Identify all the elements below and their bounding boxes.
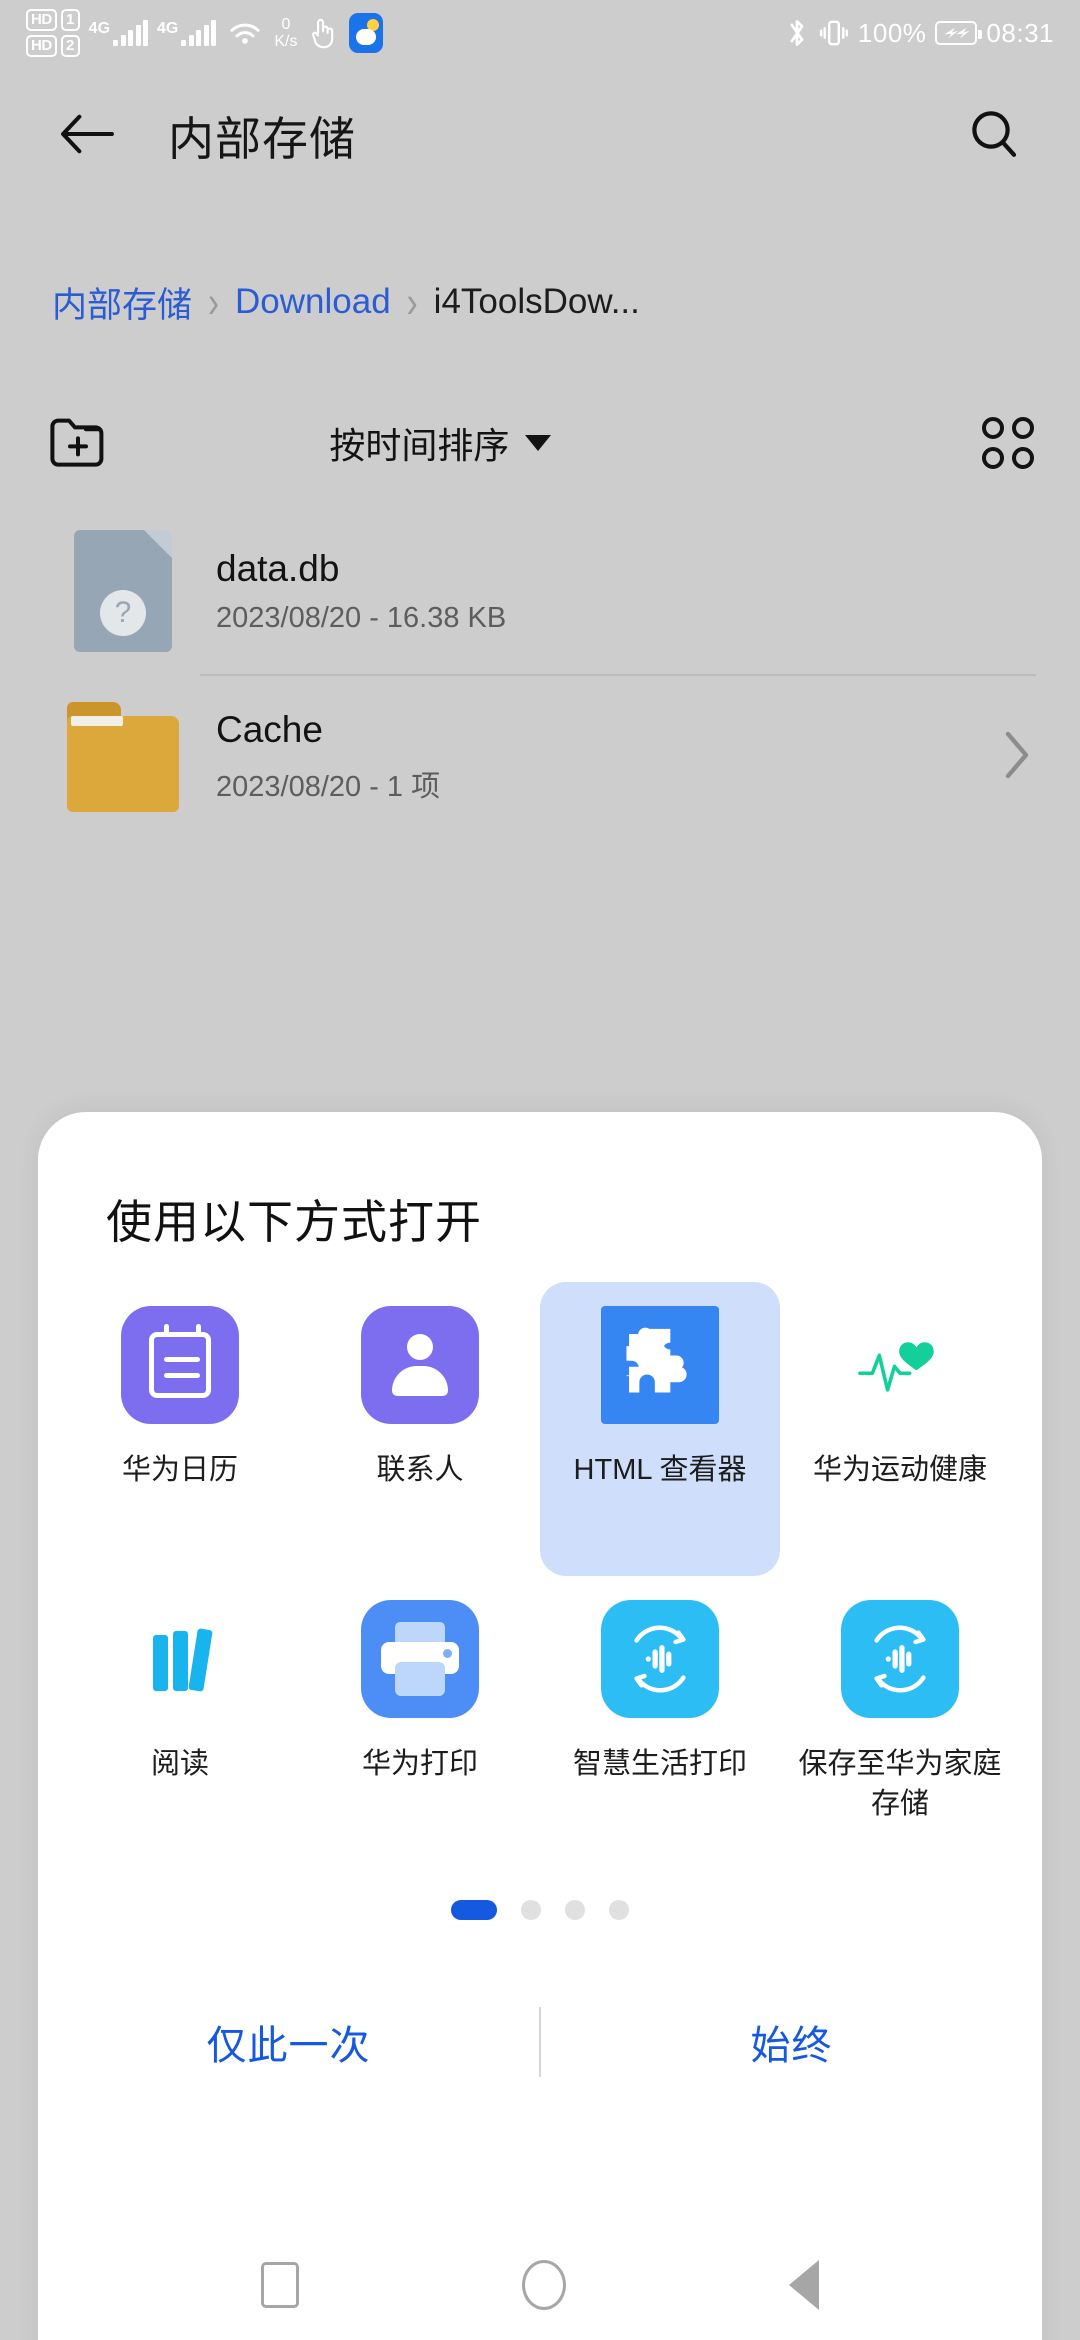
network-type-sim2: 4G: [157, 20, 179, 37]
app-option-huawei-calendar[interactable]: 华为日历: [60, 1282, 300, 1576]
weather-widget-icon: [349, 13, 384, 53]
status-bar-right: 100% 08:31: [784, 16, 1054, 50]
chevron-down-icon: [525, 435, 552, 451]
search-icon[interactable]: [966, 106, 1022, 167]
app-option-html-viewer[interactable]: HTML 查看器: [540, 1282, 780, 1576]
new-folder-icon[interactable]: [46, 410, 114, 477]
app-option-label: 智慧生活打印: [572, 1748, 747, 1780]
app-chooser-grid: 华为日历 联系人 HTML 查看器 华为运动健康 阅读 华为打印 智慧生活打印 …: [38, 1252, 1042, 1870]
file-info: data.db 2023/08/20 - 16.38 KB: [216, 548, 506, 635]
status-bar: HD 1 HD 2 4G 4G 0 K/s 100% 08:31: [0, 0, 1080, 66]
back-arrow-icon[interactable]: [58, 111, 116, 162]
signal-bars-sim1: [113, 20, 149, 46]
network-speed-unit: K/s: [274, 33, 298, 50]
family-storage-icon: [841, 1600, 959, 1718]
back-triangle-icon[interactable]: [788, 2260, 819, 2310]
file-name: Cache: [216, 709, 323, 750]
unknown-file-icon: ?: [46, 530, 200, 652]
smart-life-print-icon: [601, 1600, 719, 1718]
contacts-icon: [361, 1306, 479, 1424]
breadcrumb-separator-icon: ›: [208, 276, 220, 327]
breadcrumb-item-0[interactable]: 内部存储: [52, 277, 192, 328]
signal-indicator-sim1: 4G: [88, 20, 149, 46]
app-option-huawei-health[interactable]: 华为运动健康: [780, 1282, 1020, 1576]
wifi-icon: [225, 18, 265, 48]
app-option-label: HTML 查看器: [573, 1454, 747, 1486]
page-dot-0[interactable]: [451, 1900, 497, 1920]
app-option-reader[interactable]: 阅读: [60, 1576, 300, 1870]
app-option-label: 阅读: [150, 1748, 209, 1780]
app-option-label: 保存至华为家庭 存储: [798, 1748, 1002, 1820]
phone-screen: HD 1 HD 2 4G 4G 0 K/s 100% 08:31 内部存储 内部…: [0, 0, 1080, 2340]
vibrate-icon: [819, 17, 849, 49]
signal-indicator-sim2: 4G: [157, 20, 217, 46]
app-option-smart-life-print[interactable]: 智慧生活打印: [540, 1576, 780, 1870]
network-type-sim1: 4G: [88, 20, 111, 37]
sort-order-selector[interactable]: 按时间排序: [329, 417, 552, 469]
always-button[interactable]: 始终: [541, 2013, 1042, 2071]
chevron-right-icon: [998, 727, 1034, 788]
health-heart-icon: [841, 1306, 959, 1424]
system-nav-bar: [0, 2230, 1080, 2340]
app-option-label: 华为日历: [121, 1454, 238, 1486]
app-option-contacts[interactable]: 联系人: [300, 1282, 540, 1576]
just-once-button[interactable]: 仅此一次: [38, 2013, 539, 2071]
file-list: ? data.db 2023/08/20 - 16.38 KB Cache 20…: [0, 508, 1080, 840]
puzzle-piece-icon: [601, 1306, 719, 1424]
hd1-sim-number: 1: [60, 9, 80, 31]
breadcrumb: 内部存储 › Download › i4ToolsDow...: [0, 262, 1080, 342]
file-name: data.db: [216, 547, 340, 589]
breadcrumb-item-1[interactable]: Download: [235, 282, 391, 322]
status-bar-clock: 08:31: [986, 17, 1054, 48]
file-toolbar: 按时间排序: [0, 388, 1080, 498]
hd2-label: HD: [26, 35, 57, 57]
bluetooth-icon: [784, 16, 810, 50]
hd2-sim-number: 2: [60, 35, 80, 57]
page-dot-2[interactable]: [565, 1900, 585, 1920]
app-option-label: 联系人: [376, 1454, 464, 1486]
breadcrumb-item-2[interactable]: i4ToolsDow...: [434, 282, 640, 322]
calendar-icon: [121, 1306, 239, 1424]
hand-touch-icon: [306, 15, 340, 51]
table-row[interactable]: Cache 2023/08/20 - 1 项: [0, 674, 1080, 840]
app-option-label: 华为打印: [361, 1748, 478, 1780]
folder-icon: [46, 702, 200, 812]
dual-sim-hd-indicator: HD 1 HD 2: [26, 9, 80, 57]
signal-bars-sim2: [181, 20, 217, 46]
battery-charging-icon: [935, 21, 983, 45]
page-indicator: [38, 1900, 1042, 1920]
open-with-dialog: 使用以下方式打开 华为日历 联系人 HTML 查看器 华为运动健康 阅读 华为打…: [38, 1112, 1042, 2340]
sort-order-label: 按时间排序: [329, 425, 510, 466]
table-row[interactable]: ? data.db 2023/08/20 - 16.38 KB: [0, 508, 1080, 674]
app-option-label: 华为运动健康: [812, 1454, 987, 1486]
app-option-huawei-print[interactable]: 华为打印: [300, 1576, 540, 1870]
home-circle-icon[interactable]: [521, 2260, 566, 2310]
app-bar: 内部存储: [0, 66, 1080, 206]
dialog-title: 使用以下方式打开: [106, 1196, 482, 1248]
file-meta: 2023/08/20 - 16.38 KB: [216, 601, 507, 634]
battery-percent: 100%: [857, 17, 927, 48]
network-speed-value: 0: [281, 16, 291, 33]
page-title: 内部存储: [168, 113, 356, 165]
file-info: Cache 2023/08/20 - 1 项: [216, 709, 440, 805]
books-icon: [121, 1600, 239, 1718]
grid-view-icon[interactable]: [982, 417, 1034, 469]
network-speed-indicator: 0 K/s: [274, 16, 297, 50]
status-bar-left: HD 1 HD 2 4G 4G 0 K/s: [26, 9, 384, 57]
recents-square-icon[interactable]: [261, 2262, 300, 2308]
page-dot-1[interactable]: [521, 1900, 541, 1920]
printer-icon: [361, 1600, 479, 1718]
app-option-family-storage[interactable]: 保存至华为家庭 存储: [780, 1576, 1020, 1870]
hd1-label: HD: [26, 9, 57, 31]
dialog-actions: 仅此一次 始终: [38, 1982, 1042, 2102]
page-dot-3[interactable]: [609, 1900, 629, 1920]
file-meta: 2023/08/20 - 1 项: [216, 771, 441, 803]
breadcrumb-separator-icon: ›: [406, 276, 418, 327]
